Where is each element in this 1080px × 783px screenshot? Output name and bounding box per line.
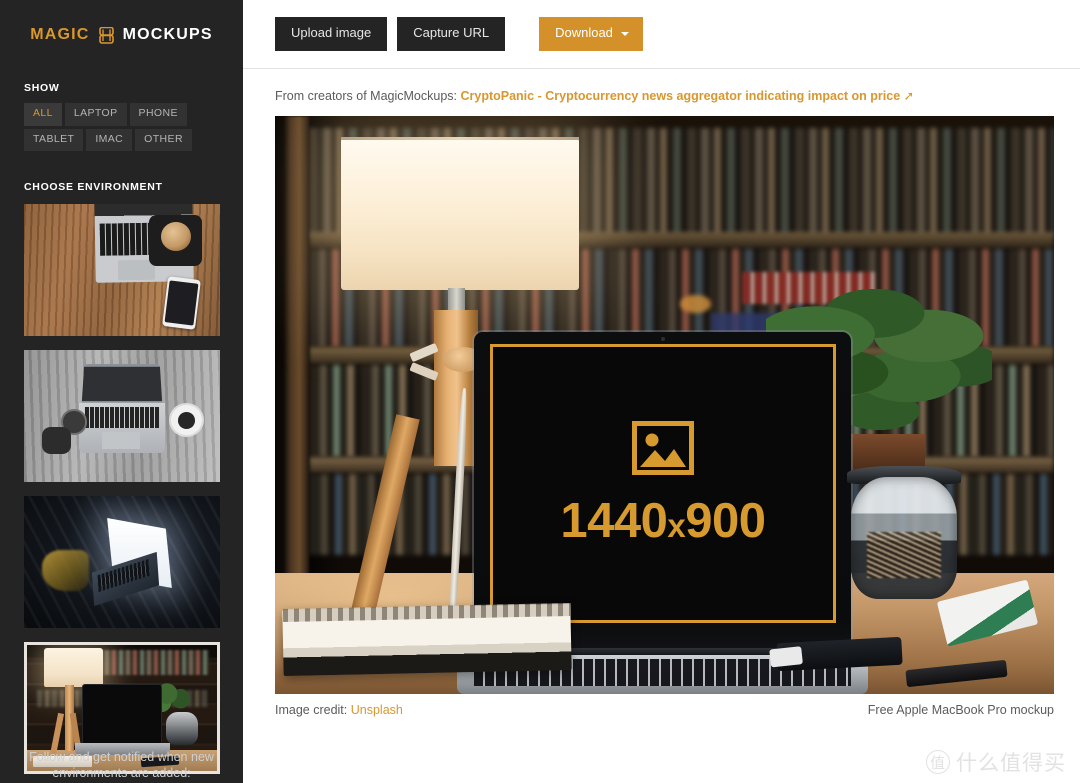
upload-image-button[interactable]: Upload image xyxy=(275,17,388,51)
lamp-post xyxy=(433,309,478,466)
watermark-text: 什么值得买 xyxy=(956,752,1066,775)
top-toolbar: Upload image Capture URL Download xyxy=(243,0,1080,69)
mockup-preview-wrap: 1440x900 xyxy=(243,103,1080,694)
filter-other[interactable]: OTHER xyxy=(135,128,192,152)
external-link-icon: ➚ xyxy=(903,89,915,103)
image-placeholder-icon xyxy=(631,421,694,476)
lamp-shade xyxy=(341,136,579,290)
resolution-width: 1440 xyxy=(560,494,668,549)
choose-environment-heading: CHOOSE ENVIRONMENT xyxy=(24,181,163,194)
app-root: MAGIC MOCKUPS SHOW ALL LAPTOP PHONE TABL… xyxy=(0,0,1080,783)
follow-notice-line2: environments are added: xyxy=(52,766,191,780)
image-credit-label: Image credit: xyxy=(275,703,348,717)
sidebar: MAGIC MOCKUPS SHOW ALL LAPTOP PHONE TABL… xyxy=(0,0,243,783)
download-button[interactable]: Download xyxy=(539,17,643,51)
filter-tablet[interactable]: TABLET xyxy=(24,128,84,152)
image-credit-link[interactable]: Unsplash xyxy=(351,703,403,717)
orange-bokeh xyxy=(680,295,712,313)
credits-row: Image credit: Unsplash Free Apple MacBoo… xyxy=(275,703,1054,717)
logo-text-mockups: MOCKUPS xyxy=(122,26,213,43)
logo-text-magic: MAGIC xyxy=(30,26,90,43)
filter-imac[interactable]: IMAC xyxy=(86,128,133,152)
main-content: Upload image Capture URL Download From c… xyxy=(243,0,1080,783)
capture-url-button[interactable]: Capture URL xyxy=(397,17,506,51)
promo-banner: From creators of MagicMockups: CryptoPan… xyxy=(243,69,1080,103)
mockup-preview-image[interactable]: 1440x900 xyxy=(275,116,1054,694)
download-button-label: Download xyxy=(555,25,613,41)
filter-laptop[interactable]: LAPTOP xyxy=(64,103,127,126)
environment-thumb-wood-desk[interactable] xyxy=(24,204,220,337)
filter-phone[interactable]: PHONE xyxy=(129,103,187,126)
site-watermark: 值 什么值得买 xyxy=(926,747,1066,777)
laptop-screen[interactable]: 1440x900 xyxy=(490,343,836,624)
environment-thumb-dark-bed[interactable] xyxy=(24,496,220,629)
environment-thumbnail-list xyxy=(0,204,243,775)
mockup-title: Free Apple MacBook Pro mockup xyxy=(867,703,1054,717)
device-filter-group: ALL LAPTOP PHONE TABLET IMAC OTHER xyxy=(0,103,210,152)
chevron-down-icon xyxy=(620,31,629,36)
promo-prefix: From creators of MagicMockups: xyxy=(275,89,457,103)
magic-mockups-mark-icon xyxy=(98,26,114,44)
app-logo[interactable]: MAGIC MOCKUPS xyxy=(0,0,243,44)
show-heading: SHOW xyxy=(24,82,60,94)
follow-notice-line1: Follow and get notified when new xyxy=(29,750,214,764)
resolution-label: 1440x900 xyxy=(560,494,766,549)
watermark-mark-icon: 值 xyxy=(926,750,950,774)
resolution-separator: x xyxy=(667,507,686,545)
image-credit: Image credit: Unsplash xyxy=(275,703,403,717)
follow-notice: Follow and get notified when new environ… xyxy=(0,749,243,783)
environment-thumb-bw-desk[interactable] xyxy=(24,350,220,483)
jar-contents xyxy=(867,532,942,579)
promo-link[interactable]: CryptoPanic - Cryptocurrency news aggreg… xyxy=(460,89,900,103)
resolution-height: 900 xyxy=(685,494,766,549)
filter-all[interactable]: ALL xyxy=(24,103,62,126)
